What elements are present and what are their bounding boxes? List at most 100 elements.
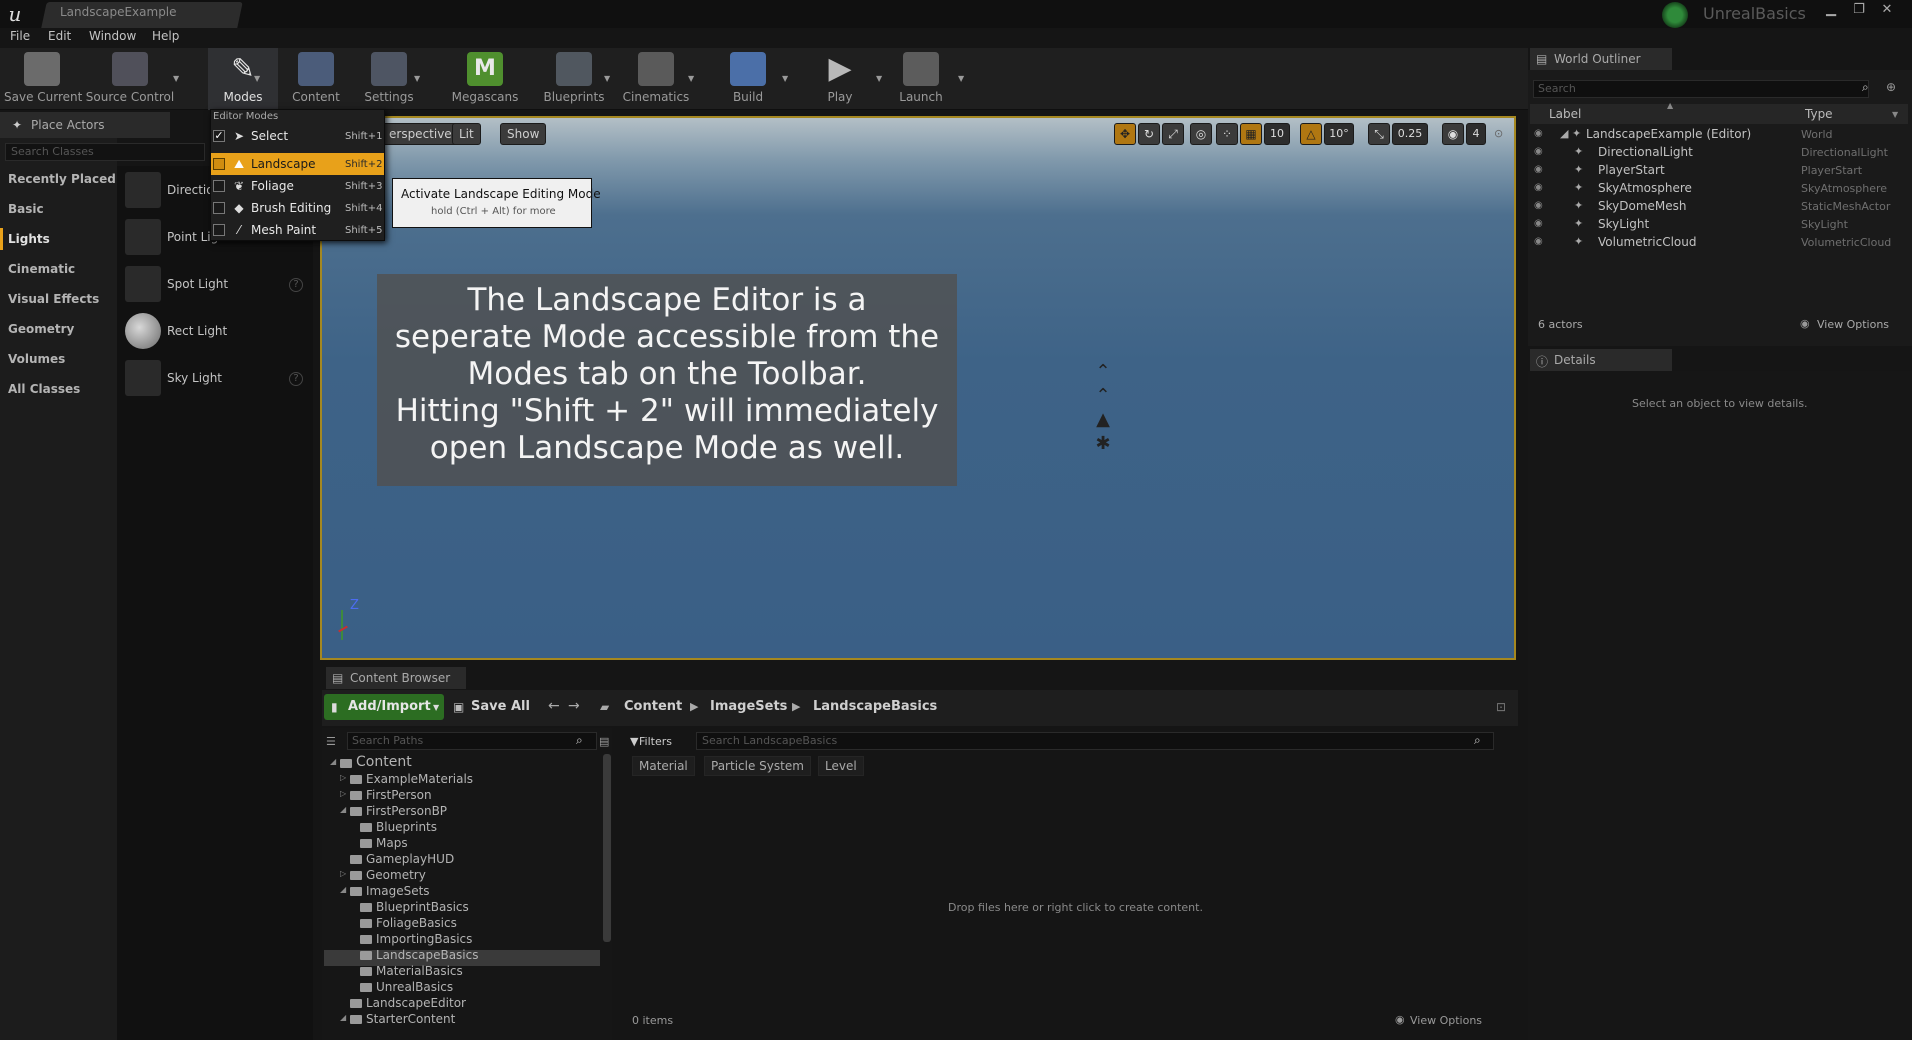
filter-chip-material[interactable]: Material — [632, 756, 695, 776]
outliner-row-label[interactable]: PlayerStart — [1598, 163, 1665, 177]
tree-item[interactable]: FoliageBasics — [376, 916, 457, 930]
label-column-header[interactable]: Label — [1549, 107, 1581, 121]
visibility-eye-icon[interactable]: ◉ — [1534, 146, 1543, 157]
actor-directional-light[interactable]: Directio — [167, 183, 214, 197]
mode-mesh-paint-checkbox[interactable] — [213, 224, 225, 236]
blueprints-caret-icon[interactable]: ▼ — [604, 74, 610, 83]
directional-light-icon[interactable] — [125, 172, 161, 208]
details-tab[interactable] — [1530, 349, 1672, 371]
tree-item[interactable]: FirstPersonBP — [366, 804, 447, 818]
show-button[interactable]: Show — [500, 123, 547, 145]
rotation-snap-value[interactable]: 10° — [1324, 123, 1354, 145]
mode-foliage-checkbox[interactable] — [213, 180, 225, 192]
outliner-row-label[interactable]: SkyDomeMesh — [1598, 199, 1687, 213]
type-column-header[interactable]: Type — [1805, 107, 1833, 121]
settings-caret-icon[interactable]: ▼ — [414, 74, 420, 83]
visibility-eye-icon[interactable]: ◉ — [1534, 200, 1543, 211]
minimize-button[interactable]: ▁ — [1818, 1, 1844, 19]
outliner-row-label[interactable]: VolumetricCloud — [1598, 235, 1696, 249]
breadcrumb-landscapebasics[interactable]: LandscapeBasics — [813, 699, 937, 714]
point-light-icon[interactable] — [125, 219, 161, 255]
outliner-row-label[interactable]: SkyLight — [1598, 217, 1649, 231]
build-caret-icon[interactable]: ▼ — [782, 74, 788, 83]
category-geometry[interactable]: Geometry — [8, 322, 74, 336]
menu-edit[interactable]: Edit — [48, 29, 71, 43]
tree-item[interactable]: FirstPerson — [366, 788, 432, 802]
tree-item[interactable]: MaterialBasics — [376, 964, 463, 978]
paths-options-icon[interactable]: ▤ — [599, 735, 609, 748]
search-paths-input[interactable]: Search Paths — [347, 732, 597, 750]
play-button[interactable]: ▶ Play — [812, 50, 868, 108]
search-assets-input[interactable]: Search LandscapeBasics — [696, 732, 1494, 750]
grid-snap-value[interactable]: 10 — [1264, 123, 1290, 145]
tree-item[interactable]: LandscapeEditor — [366, 996, 466, 1010]
breadcrumb-content[interactable]: Content — [624, 699, 682, 714]
spot-light-help-icon[interactable]: ? — [289, 278, 303, 292]
tree-item[interactable]: ExampleMaterials — [366, 772, 473, 786]
tree-expand-arrow-icon[interactable]: ▷ — [340, 789, 346, 798]
source-control-caret-icon[interactable]: ▼ — [173, 74, 179, 83]
tree-expand-arrow-icon[interactable]: ◢ — [340, 805, 346, 814]
pin-icon[interactable]: ⊕ — [1886, 80, 1896, 94]
grid-snap-icon[interactable]: ▦ — [1240, 123, 1262, 145]
scale-snap-value[interactable]: 0.25 — [1392, 123, 1428, 145]
launch-button[interactable]: Launch — [892, 50, 950, 108]
category-volumes[interactable]: Volumes — [8, 352, 65, 366]
tree-item[interactable]: GameplayHUD — [366, 852, 454, 866]
close-button[interactable]: ✕ — [1874, 1, 1900, 19]
tree-item[interactable]: ImportingBasics — [376, 932, 472, 946]
visibility-eye-icon[interactable]: ◉ — [1534, 164, 1543, 175]
outliner-search-input[interactable]: Search — [1533, 80, 1869, 98]
breadcrumb-imagesets[interactable]: ImageSets — [710, 699, 787, 714]
source-control-button[interactable]: Source Control — [84, 50, 176, 108]
scale-snap-icon[interactable]: ⤡ — [1368, 123, 1390, 145]
tree-item[interactable]: Maps — [376, 836, 408, 850]
actor-rect-light[interactable]: Rect Light — [167, 324, 227, 338]
sky-light-icon[interactable] — [125, 360, 161, 396]
visibility-eye-icon[interactable]: ◉ — [1534, 218, 1543, 229]
tree-item[interactable]: StarterContent — [366, 1012, 455, 1026]
rect-light-icon[interactable] — [125, 313, 161, 349]
lit-button[interactable]: Lit — [452, 123, 481, 145]
world-local-icon[interactable]: ◎ — [1190, 123, 1212, 145]
back-arrow-icon[interactable]: ← — [548, 698, 560, 714]
tree-scrollbar[interactable] — [603, 754, 611, 942]
category-cinematic[interactable]: Cinematic — [8, 262, 75, 276]
lock-icon[interactable]: ⊡ — [1496, 700, 1506, 714]
category-recently-placed[interactable]: Recently Placed — [8, 172, 116, 186]
build-button[interactable]: Build — [718, 50, 778, 108]
save-current-button[interactable]: Save Current — [4, 50, 82, 108]
tree-item[interactable]: UnrealBasics — [376, 980, 453, 994]
outliner-view-options-button[interactable]: View Options — [1817, 318, 1889, 331]
tree-expand-arrow-icon[interactable]: ◢ — [340, 1013, 346, 1022]
blueprints-button[interactable]: Blueprints — [540, 50, 608, 108]
tree-item[interactable]: Content — [356, 754, 412, 770]
rotation-snap-icon[interactable]: △ — [1300, 123, 1322, 145]
maximize-button[interactable]: ❐ — [1846, 1, 1872, 19]
actor-spot-light[interactable]: Spot Light — [167, 277, 228, 291]
tree-expand-arrow-icon[interactable]: ▷ — [340, 869, 346, 878]
menu-window[interactable]: Window — [89, 29, 136, 43]
mode-brush-editing-checkbox[interactable] — [213, 202, 225, 214]
mode-select-checkbox[interactable]: ✓ — [213, 130, 225, 142]
tree-item[interactable]: Geometry — [366, 868, 426, 882]
tree-expand-arrow-icon[interactable]: ◢ — [330, 757, 336, 766]
forward-arrow-icon[interactable]: → — [568, 698, 580, 714]
launch-caret-icon[interactable]: ▼ — [958, 74, 964, 83]
camera-speed-value[interactable]: 4 — [1466, 123, 1486, 145]
sky-light-help-icon[interactable]: ? — [289, 372, 303, 386]
modes-button[interactable]: ✎ Modes — [210, 50, 276, 108]
scale-tool-icon[interactable]: ⤢ — [1162, 123, 1184, 145]
camera-speed-icon[interactable]: ◉ — [1442, 123, 1464, 145]
menu-help[interactable]: Help — [152, 29, 179, 43]
save-all-button[interactable]: Save All — [471, 699, 530, 714]
megascans-button[interactable]: M Megascans — [450, 50, 520, 108]
menu-file[interactable]: File — [10, 29, 30, 43]
tree-expand-arrow-icon[interactable]: ◢ — [340, 885, 346, 894]
mode-landscape-checkbox[interactable] — [213, 158, 225, 170]
rotate-tool-icon[interactable]: ↻ — [1138, 123, 1160, 145]
save-all-icon[interactable]: ▣ — [453, 700, 464, 714]
actor-sky-light[interactable]: Sky Light — [167, 371, 222, 385]
tree-item[interactable]: BlueprintBasics — [376, 900, 469, 914]
surface-snap-icon[interactable]: ⁘ — [1216, 123, 1238, 145]
